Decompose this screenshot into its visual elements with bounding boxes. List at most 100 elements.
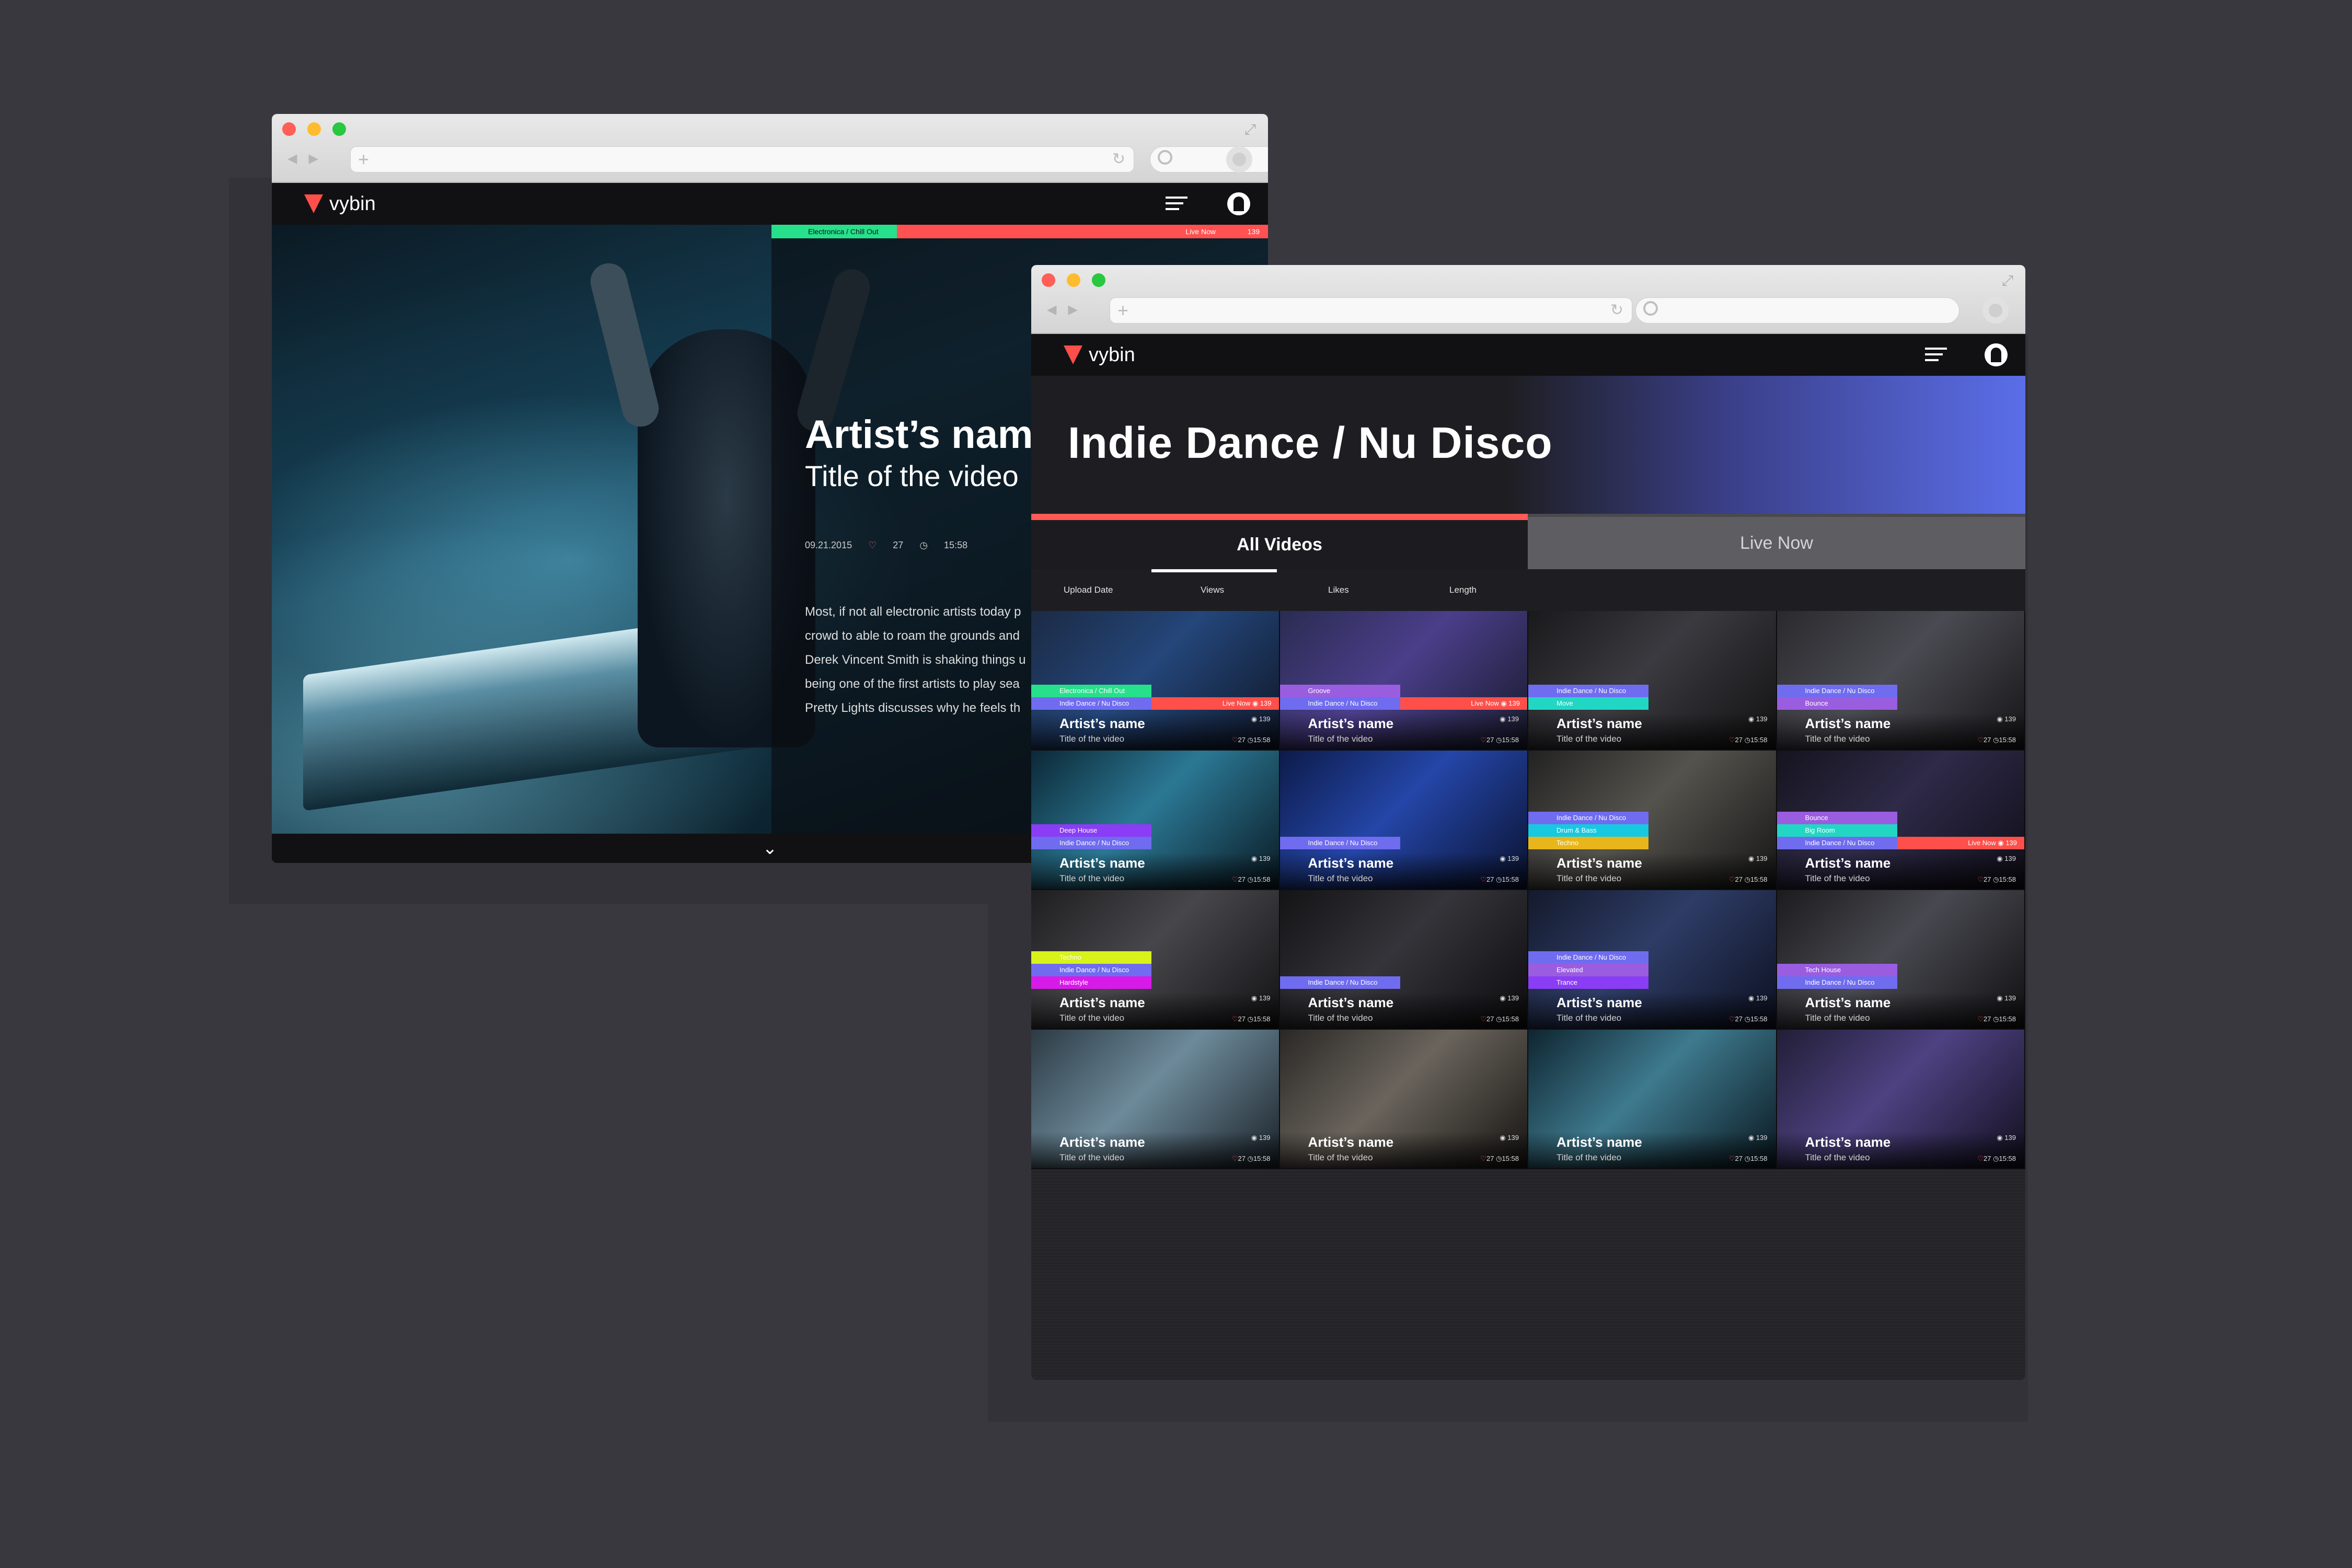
genre-tag[interactable]: Trance: [1528, 976, 1648, 989]
maximize-dot[interactable]: [1092, 273, 1105, 287]
new-tab-icon[interactable]: +: [358, 147, 369, 172]
heart-icon[interactable]: ♡: [1729, 1015, 1735, 1023]
video-card[interactable]: Deep House Indie Dance / Nu Disco Artist’s…: [1031, 751, 1280, 890]
genre-tag[interactable]: Drum & Bass: [1528, 824, 1648, 837]
video-card[interactable]: Artist’s name Title of the video ◉ 139 ♡27 …: [1777, 1030, 2025, 1169]
user-icon[interactable]: [1985, 343, 2008, 366]
reload-icon[interactable]: ↻: [1112, 147, 1125, 172]
genre-tag[interactable]: Indie Dance / Nu Disco: [1279, 976, 1400, 989]
heart-icon[interactable]: ♡: [1480, 875, 1486, 883]
genre-tag[interactable]: Indie Dance / Nu Disco: [1528, 951, 1648, 964]
genre-tag[interactable]: Bounce: [1777, 697, 1897, 710]
genre-tag[interactable]: Techno: [1528, 837, 1648, 849]
genre-tag[interactable]: Indie Dance / Nu Disco: [1528, 812, 1648, 824]
card-artist-name[interactable]: Artist’s name: [1308, 995, 1394, 1011]
card-artist-name[interactable]: Artist’s name: [1308, 855, 1394, 871]
menu-icon[interactable]: [1925, 348, 1947, 363]
new-tab-icon[interactable]: +: [1117, 298, 1128, 323]
tab-live-now[interactable]: Live Now: [1528, 514, 2025, 569]
heart-icon[interactable]: ♡: [1977, 875, 1984, 883]
heart-icon[interactable]: ♡: [1729, 1155, 1735, 1162]
heart-icon[interactable]: ♡: [1232, 1155, 1238, 1162]
heart-icon[interactable]: ♡: [1232, 736, 1238, 744]
sort-likes[interactable]: Likes: [1328, 585, 1349, 595]
genre-tag[interactable]: Indie Dance / Nu Disco: [1279, 837, 1400, 849]
video-card[interactable]: Indie Dance / Nu Disco Elevated Trance Arti…: [1528, 890, 1777, 1030]
heart-icon[interactable]: ♡: [868, 540, 877, 550]
back-forward-buttons[interactable]: ◀▶: [1047, 298, 1099, 321]
video-card[interactable]: Groove Indie Dance / Nu Disco Live Now ◉ 1…: [1279, 611, 1528, 751]
genre-tag[interactable]: Indie Dance / Nu Disco: [1031, 837, 1151, 849]
sort-length[interactable]: Length: [1449, 585, 1477, 595]
card-artist-name[interactable]: Artist’s name: [1059, 1134, 1145, 1150]
back-forward-buttons[interactable]: ◀▶: [287, 147, 340, 170]
genre-tag[interactable]: Indie Dance / Nu Disco: [1528, 685, 1648, 697]
heart-icon[interactable]: ♡: [1977, 1015, 1984, 1023]
fullscreen-icon[interactable]: ⤢: [1242, 121, 1259, 138]
url-bar[interactable]: + ↻: [350, 146, 1134, 172]
genre-tag[interactable]: Tech House: [1777, 964, 1897, 976]
card-artist-name[interactable]: Artist’s name: [1557, 1134, 1642, 1150]
video-card[interactable]: Electronica / Chill Out Indie Dance / Nu …: [1031, 611, 1280, 751]
genre-tag[interactable]: Indie Dance / Nu Disco: [1031, 964, 1151, 976]
minimize-dot[interactable]: [1067, 273, 1080, 287]
live-now-bar[interactable]: Live Now ◉ 139: [1151, 697, 1279, 710]
genre-tag[interactable]: Indie Dance / Nu Disco: [1279, 697, 1400, 710]
genre-tag[interactable]: Techno: [1031, 951, 1151, 964]
genre-tag[interactable]: Indie Dance / Nu Disco: [1777, 976, 1897, 989]
card-artist-name[interactable]: Artist’s name: [1805, 995, 1891, 1011]
heart-icon[interactable]: ♡: [1232, 1015, 1238, 1023]
genre-tag[interactable]: Indie Dance / Nu Disco: [1777, 837, 1897, 849]
video-card[interactable]: Tech House Indie Dance / Nu Disco Artist’s…: [1777, 890, 2025, 1030]
menu-icon[interactable]: [1166, 197, 1187, 212]
video-card[interactable]: Artist’s name Title of the video ◉ 139 ♡27 …: [1279, 1030, 1528, 1169]
chevron-down-icon[interactable]: ⌄: [760, 839, 779, 858]
extension-icon[interactable]: [1226, 146, 1252, 172]
genre-tag[interactable]: Deep House: [1031, 824, 1151, 837]
heart-icon[interactable]: ♡: [1977, 1155, 1984, 1162]
video-card[interactable]: Indie Dance / Nu Disco Move Artist’s name T…: [1528, 611, 1777, 751]
heart-icon[interactable]: ♡: [1729, 736, 1735, 744]
heart-icon[interactable]: ♡: [1729, 875, 1735, 883]
live-now-bar[interactable]: Live Now ◉ 139: [1400, 697, 1527, 710]
close-dot[interactable]: [1042, 273, 1055, 287]
card-artist-name[interactable]: Artist’s name: [1308, 1134, 1394, 1150]
sort-upload-date[interactable]: Upload Date: [1064, 585, 1113, 595]
card-artist-name[interactable]: Artist’s name: [1059, 716, 1145, 732]
card-artist-name[interactable]: Artist’s name: [1557, 995, 1642, 1011]
genre-tag[interactable]: Move: [1528, 697, 1648, 710]
heart-icon[interactable]: ♡: [1977, 736, 1984, 744]
video-card[interactable]: Techno Indie Dance / Nu Disco Hardstyle Art…: [1031, 890, 1280, 1030]
logo[interactable]: vybin: [304, 192, 376, 215]
url-bar[interactable]: + ↻: [1110, 297, 1632, 324]
sort-views[interactable]: Views: [1201, 585, 1224, 595]
card-artist-name[interactable]: Artist’s name: [1308, 716, 1394, 732]
video-card[interactable]: Indie Dance / Nu Disco Artist’s name Title…: [1279, 751, 1528, 890]
logo[interactable]: vybin: [1064, 343, 1135, 366]
heart-icon[interactable]: ♡: [1480, 1155, 1486, 1162]
live-now-bar[interactable]: Live Now ◉ 139: [1897, 837, 2024, 849]
hero-artist-name[interactable]: Artist’s name: [805, 412, 1055, 457]
genre-tag[interactable]: Elevated: [1528, 964, 1648, 976]
card-artist-name[interactable]: Artist’s name: [1059, 995, 1145, 1011]
video-card[interactable]: Indie Dance / Nu Disco Artist’s name Title…: [1279, 890, 1528, 1030]
card-artist-name[interactable]: Artist’s name: [1805, 855, 1891, 871]
card-artist-name[interactable]: Artist’s name: [1805, 1134, 1891, 1150]
video-card[interactable]: Bounce Big Room Indie Dance / Nu Disco Live…: [1777, 751, 2025, 890]
video-card[interactable]: Artist’s name Title of the video ◉ 139 ♡27 …: [1528, 1030, 1777, 1169]
video-card[interactable]: Indie Dance / Nu Disco Drum & Bass Techno A…: [1528, 751, 1777, 890]
fullscreen-icon[interactable]: ⤢: [1999, 272, 2016, 289]
heart-icon[interactable]: ♡: [1232, 875, 1238, 883]
tab-all-videos[interactable]: All Videos: [1031, 514, 1528, 569]
card-artist-name[interactable]: Artist’s name: [1059, 855, 1145, 871]
video-card[interactable]: Artist’s name Title of the video ◉ 139 ♡27 …: [1031, 1030, 1280, 1169]
card-artist-name[interactable]: Artist’s name: [1557, 855, 1642, 871]
user-icon[interactable]: [1227, 192, 1250, 215]
search-field[interactable]: [1635, 297, 1959, 324]
extension-icon[interactable]: [1982, 297, 2009, 324]
genre-tag[interactable]: Indie Dance / Nu Disco: [1777, 685, 1897, 697]
genre-tag[interactable]: Big Room: [1777, 824, 1897, 837]
maximize-dot[interactable]: [332, 122, 346, 136]
genre-tag[interactable]: Bounce: [1777, 812, 1897, 824]
genre-tag[interactable]: Hardstyle: [1031, 976, 1151, 989]
